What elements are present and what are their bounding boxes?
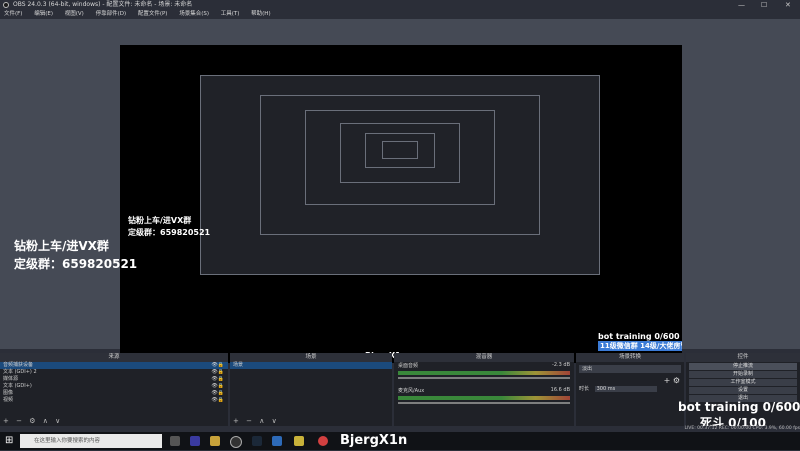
maximize-button[interactable]: ☐	[761, 0, 767, 10]
windows-start-icon[interactable]: ⊞	[5, 435, 13, 446]
duration-label: 时长	[579, 386, 590, 392]
transitions-header: 场景转换	[576, 353, 684, 362]
source-item[interactable]: 文本 (GDI+) 👁🔒	[0, 383, 228, 390]
start-recording-button[interactable]: 开始录制	[689, 371, 797, 378]
remove-source-button[interactable]: −	[16, 417, 22, 425]
eye-icon[interactable]: 👁🔒	[211, 362, 224, 369]
scene-item[interactable]: 场景	[230, 362, 392, 369]
nested-capture-6	[382, 141, 418, 159]
preview-area[interactable]: 钻粉上车/进VX群 定级群：659820521 bot training 0/6…	[0, 19, 800, 363]
add-scene-button[interactable]: +	[233, 417, 239, 425]
obs-app-icon	[3, 2, 9, 8]
source-item[interactable]: 视频 👁🔒	[0, 397, 228, 404]
source-item[interactable]: 图像 👁🔒	[0, 390, 228, 397]
overlay-join-text-inner: 钻粉上车/进VX群	[128, 216, 192, 225]
scene-down-button[interactable]: ∨	[272, 417, 277, 425]
scene-up-button[interactable]: ∧	[259, 417, 264, 425]
window-titlebar: OBS 24.0.3 (64-bit, windows) - 配置文件: 未命名…	[0, 0, 800, 10]
menu-docks[interactable]: 停靠部件(D)	[96, 11, 127, 17]
settings-button[interactable]: 设置	[689, 387, 797, 394]
eye-icon[interactable]: 👁🔒	[211, 383, 224, 390]
source-item[interactable]: 音频捕获设备 👁🔒	[0, 362, 228, 369]
sources-header: 来源	[0, 353, 228, 362]
eye-icon[interactable]: 👁🔒	[211, 390, 224, 397]
taskbar-search-box[interactable]: 在这里输入你要搜索的内容	[20, 434, 162, 448]
stop-streaming-button[interactable]: 停止推流	[689, 363, 797, 370]
obs-icon[interactable]	[230, 436, 242, 448]
preview-canvas[interactable]: 钻粉上车/进VX群 定级群：659820521 bot training 0/6…	[120, 45, 682, 363]
edge-icon[interactable]	[190, 436, 200, 446]
menu-file[interactable]: 文件(F)	[4, 11, 22, 17]
audio-meter	[398, 396, 570, 400]
scenes-header: 场景	[230, 353, 392, 362]
weibo-icon[interactable]	[318, 436, 328, 446]
sources-dock: 来源 音频捕获设备 👁🔒 文本 (GDI+) 2 👁🔒 媒体源 👁🔒 文本 (GDI+…	[0, 353, 228, 426]
overlay-join-text: 钻粉上车/进VX群	[14, 239, 109, 253]
eye-icon[interactable]: 👁🔒	[211, 376, 224, 383]
mixer-dock: 混音器 桌面音频 -2.3 dB 麦克风/Aux 16.6 dB	[394, 353, 574, 426]
overlay-bot-training: bot training 0/600	[678, 400, 800, 414]
overlay-username: BjergX1n	[340, 433, 408, 448]
add-transition-button[interactable]: +	[664, 376, 671, 385]
minimize-button[interactable]: —	[738, 0, 745, 10]
eye-icon[interactable]: 👁🔒	[211, 369, 224, 376]
search-placeholder: 在这里输入你要搜索的内容	[34, 438, 101, 444]
overlay-bot-training-inner: bot training 0/600	[598, 332, 680, 341]
menu-profile[interactable]: 配置文件(P)	[138, 11, 168, 17]
scenes-dock: 场景 场景 + − ∧ ∨	[230, 353, 392, 426]
menu-tools[interactable]: 工具(T)	[221, 11, 240, 17]
menu-scene-collection[interactable]: 场景集合(S)	[179, 11, 209, 17]
audio-meter	[398, 371, 570, 375]
transition-select[interactable]: 淡出	[579, 365, 681, 373]
menu-bar: 文件(F) 编辑(E) 视图(V) 停靠部件(D) 配置文件(P) 场景集合(S…	[0, 10, 800, 19]
status-text: LIVE: 00:37:12 REC: 00:00:00 CPU: 3.9%, …	[684, 426, 800, 431]
source-properties-button[interactable]: ⚙	[29, 417, 35, 425]
duration-input[interactable]: 300 ms	[594, 386, 657, 392]
volume-slider[interactable]	[398, 377, 570, 379]
menu-help[interactable]: 帮助(H)	[251, 11, 270, 17]
remove-scene-button[interactable]: −	[246, 417, 252, 425]
add-source-button[interactable]: +	[3, 417, 9, 425]
source-item[interactable]: 媒体源 👁🔒	[0, 376, 228, 383]
eye-icon[interactable]: 👁🔒	[211, 397, 224, 404]
transition-settings-icon[interactable]: ⚙	[673, 376, 680, 385]
studio-mode-button[interactable]: 工作室模式	[689, 379, 797, 386]
source-item[interactable]: 文本 (GDI+) 2 👁🔒	[0, 369, 228, 376]
controls-header: 控件	[686, 353, 800, 362]
overlay-wechat-inner: 11级微信群 14级/大佬房管	[598, 341, 682, 351]
scenes-toolbar: + − ∧ ∨	[230, 416, 392, 426]
windows-taskbar: ⊞ 在这里输入你要搜索的内容 BjergX1n	[0, 432, 800, 450]
mixer-channel: 麦克风/Aux 16.6 dB	[398, 387, 570, 394]
transitions-dock: 场景转换 淡出 + ⚙ 时长 300 ms	[576, 353, 684, 426]
overlay-group-text: 定级群：659820521	[14, 257, 138, 271]
overlay-group-text-inner: 定级群：659820521	[128, 228, 211, 237]
task-view-icon[interactable]	[170, 436, 180, 446]
mixer-channel: 桌面音频 -2.3 dB	[398, 362, 570, 369]
sources-toolbar: + − ⚙ ∧ ∨	[0, 416, 228, 426]
mixer-header: 混音器	[394, 353, 574, 362]
game-icon[interactable]	[272, 436, 282, 446]
steam-icon[interactable]	[252, 436, 262, 446]
close-button[interactable]: ✕	[785, 0, 791, 10]
file-explorer-icon[interactable]	[210, 436, 220, 446]
volume-slider[interactable]	[398, 402, 570, 404]
game-icon-2[interactable]	[294, 436, 304, 446]
window-title: OBS 24.0.3 (64-bit, windows) - 配置文件: 未命名…	[13, 1, 193, 8]
menu-view[interactable]: 视图(V)	[65, 11, 84, 17]
menu-edit[interactable]: 编辑(E)	[34, 11, 53, 17]
move-up-button[interactable]: ∧	[43, 417, 48, 425]
move-down-button[interactable]: ∨	[55, 417, 60, 425]
